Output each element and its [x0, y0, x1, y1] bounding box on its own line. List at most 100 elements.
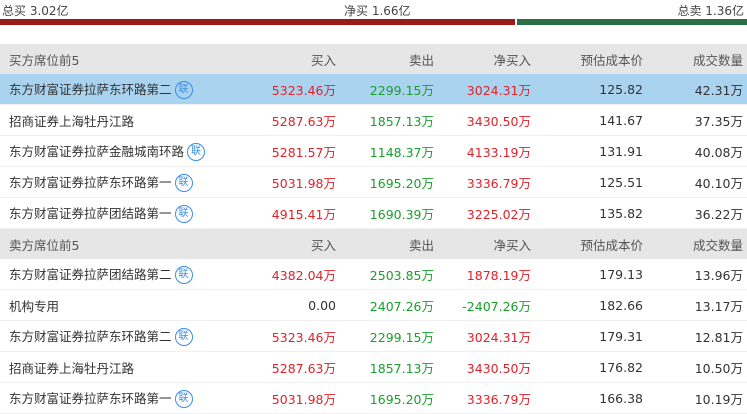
buy-section-title[interactable]: 买方席位前5 — [0, 44, 245, 74]
table-row[interactable]: 东方财富证券拉萨团结路第二联 4382.04万 2503.85万 1878.19万 17… — [0, 259, 747, 290]
linked-badge-icon[interactable]: 联 — [174, 390, 193, 409]
est-cost: 179.13 — [535, 259, 647, 290]
seat-name-cell[interactable]: 机构专用 — [0, 289, 245, 321]
col-volume-header[interactable]: 成交数量 — [647, 229, 747, 260]
seat-name-cell[interactable]: 东方财富证券拉萨东环路第二联 — [0, 74, 245, 105]
sell-amount: 1148.37万 — [340, 135, 438, 167]
summary-bar: 总买 3.02亿 净买 1.66亿 总卖 1.36亿 — [0, 0, 747, 19]
seat-name-cell[interactable]: 东方财富证券拉萨金融城南环路联 — [0, 135, 245, 167]
total-buy-label: 总买 3.02亿 — [2, 4, 69, 18]
seat-name-cell[interactable]: 东方财富证券拉萨东环路第一联 — [0, 166, 245, 198]
sell-header-row: 卖方席位前5 买入 卖出 净买入 预估成本价 成交数量 — [0, 228, 747, 260]
est-cost: 176.82 — [535, 351, 647, 383]
table-row[interactable]: 东方财富证券拉萨东环路第二联 5323.46万 2299.15万 3024.31万 17… — [0, 320, 747, 352]
col-net-header[interactable]: 净买入 — [438, 44, 535, 74]
buy-amount: 4915.41万 — [245, 197, 340, 229]
seat-name-cell[interactable]: 东方财富证券拉萨团结路第二联 — [0, 259, 245, 290]
net-buy-label: 净买 1.66亿 — [344, 4, 411, 18]
col-sell-header[interactable]: 卖出 — [340, 44, 438, 74]
seat-name[interactable]: 东方财富证券拉萨团结路第二 — [9, 267, 172, 282]
linked-badge-icon[interactable]: 联 — [174, 205, 193, 224]
buy-ratio-fill — [0, 19, 516, 25]
table-row[interactable]: 东方财富证券拉萨东环路第一联 5031.98万 1695.20万 3336.79万 16… — [0, 382, 747, 414]
est-cost: 179.31 — [535, 320, 647, 352]
sell-amount: 2503.85万 — [340, 259, 438, 290]
table-row[interactable]: 东方财富证券拉萨东环路第二联 5323.46万 2299.15万 3024.31万 12… — [0, 74, 747, 105]
col-cost-header[interactable]: 预估成本价 — [535, 44, 647, 74]
table-row[interactable]: 东方财富证券拉萨东环路第一联 5031.98万 1695.20万 3336.79万 12… — [0, 166, 747, 198]
seat-name[interactable]: 招商证券上海牡丹江路 — [9, 114, 134, 129]
seat-name-cell[interactable]: 招商证券上海牡丹江路 — [0, 351, 245, 383]
trade-volume: 10.50万 — [647, 351, 747, 383]
est-cost: 131.91 — [535, 135, 647, 167]
col-buy-header[interactable]: 买入 — [245, 229, 340, 260]
sell-amount: 2407.26万 — [340, 289, 438, 321]
trade-volume: 36.22万 — [647, 197, 747, 229]
table-row[interactable]: 东方财富证券拉萨团结路第一联 4915.41万 1690.39万 3225.02万 13… — [0, 197, 747, 229]
buy-amount: 5031.98万 — [245, 382, 340, 414]
col-volume-header[interactable]: 成交数量 — [647, 44, 747, 74]
net-amount: -2407.26万 — [438, 289, 535, 321]
seat-name[interactable]: 东方财富证券拉萨东环路第二 — [9, 82, 172, 97]
buy-amount: 5281.57万 — [245, 135, 340, 167]
trade-volume: 37.35万 — [647, 104, 747, 136]
linked-badge-icon[interactable]: 联 — [174, 328, 193, 347]
sell-amount: 1695.20万 — [340, 382, 438, 414]
net-amount: 3024.31万 — [438, 320, 535, 352]
buy-sell-ratio-bar — [0, 19, 747, 25]
table-row[interactable]: 招商证券上海牡丹江路 5287.63万 1857.13万 3430.50万 141.67… — [0, 104, 747, 136]
linked-badge-icon[interactable]: 联 — [174, 266, 193, 285]
seat-table: 买方席位前5 买入 卖出 净买入 预估成本价 成交数量 东方财富证券拉萨东环路第二联 5323… — [0, 44, 747, 414]
net-amount: 3430.50万 — [438, 104, 535, 136]
trade-volume: 13.17万 — [647, 289, 747, 321]
est-cost: 125.51 — [535, 166, 647, 198]
est-cost: 125.82 — [535, 74, 647, 105]
seat-name-cell[interactable]: 东方财富证券拉萨团结路第一联 — [0, 197, 245, 229]
buy-amount: 5287.63万 — [245, 104, 340, 136]
seat-name[interactable]: 东方财富证券拉萨东环路第二 — [9, 329, 172, 344]
seat-name[interactable]: 机构专用 — [9, 299, 59, 314]
trade-volume: 10.19万 — [647, 382, 747, 414]
buy-amount: 0.00 — [245, 289, 340, 321]
linked-badge-icon[interactable]: 联 — [187, 143, 206, 162]
table-row[interactable]: 招商证券上海牡丹江路 5287.63万 1857.13万 3430.50万 176.82… — [0, 351, 747, 383]
est-cost: 135.82 — [535, 197, 647, 229]
seat-name-cell[interactable]: 东方财富证券拉萨东环路第一联 — [0, 382, 245, 414]
sell-section-title[interactable]: 卖方席位前5 — [0, 229, 245, 260]
net-amount: 3336.79万 — [438, 382, 535, 414]
sell-amount: 1695.20万 — [340, 166, 438, 198]
sell-amount: 1857.13万 — [340, 104, 438, 136]
seat-name[interactable]: 东方财富证券拉萨金融城南环路 — [9, 144, 184, 159]
net-amount: 3225.02万 — [438, 197, 535, 229]
net-amount: 3024.31万 — [438, 74, 535, 105]
seat-name[interactable]: 东方财富证券拉萨东环路第一 — [9, 391, 172, 406]
trade-volume: 13.96万 — [647, 259, 747, 290]
seat-name[interactable]: 东方财富证券拉萨团结路第一 — [9, 206, 172, 221]
net-amount: 3336.79万 — [438, 166, 535, 198]
col-net-header[interactable]: 净买入 — [438, 229, 535, 260]
trade-volume: 40.10万 — [647, 166, 747, 198]
trade-volume: 40.08万 — [647, 135, 747, 167]
seat-name-cell[interactable]: 东方财富证券拉萨东环路第二联 — [0, 320, 245, 352]
net-amount: 4133.19万 — [438, 135, 535, 167]
est-cost: 166.38 — [535, 382, 647, 414]
seat-name-cell[interactable]: 招商证券上海牡丹江路 — [0, 104, 245, 136]
buy-amount: 5323.46万 — [245, 320, 340, 352]
buy-amount: 5323.46万 — [245, 74, 340, 105]
sell-amount: 2299.15万 — [340, 320, 438, 352]
sell-amount: 1857.13万 — [340, 351, 438, 383]
table-row[interactable]: 机构专用 0.00 2407.26万 -2407.26万 182.66 13.17万 — [0, 289, 747, 321]
sell-ratio-fill — [517, 19, 747, 25]
linked-badge-icon[interactable]: 联 — [174, 81, 193, 100]
net-amount: 3430.50万 — [438, 351, 535, 383]
sell-amount: 2299.15万 — [340, 74, 438, 105]
col-buy-header[interactable]: 买入 — [245, 44, 340, 74]
buy-amount: 4382.04万 — [245, 259, 340, 290]
trade-volume: 42.31万 — [647, 74, 747, 105]
table-row[interactable]: 东方财富证券拉萨金融城南环路联 5281.57万 1148.37万 4133.19万 1… — [0, 135, 747, 167]
col-cost-header[interactable]: 预估成本价 — [535, 229, 647, 260]
seat-name[interactable]: 招商证券上海牡丹江路 — [9, 361, 134, 376]
linked-badge-icon[interactable]: 联 — [174, 174, 193, 193]
col-sell-header[interactable]: 卖出 — [340, 229, 438, 260]
seat-name[interactable]: 东方财富证券拉萨东环路第一 — [9, 175, 172, 190]
